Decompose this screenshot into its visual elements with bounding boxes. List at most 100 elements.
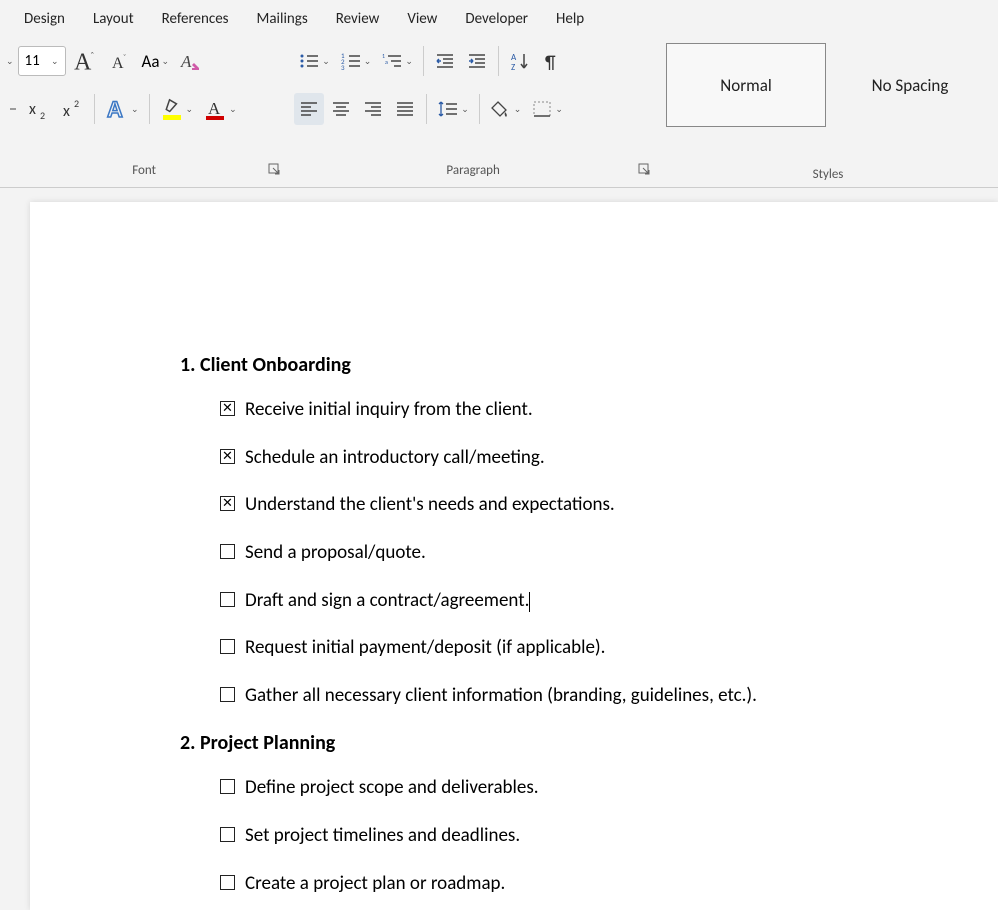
- chevron-down-icon: ⌄: [555, 104, 563, 115]
- svg-text:A: A: [208, 99, 221, 118]
- svg-text:2: 2: [74, 97, 79, 110]
- checkbox-icon[interactable]: [220, 544, 235, 559]
- change-case-label: Aa: [142, 51, 160, 72]
- styles-group-label: Styles: [813, 163, 844, 187]
- text-effects-button[interactable]: A ⌄: [101, 93, 143, 125]
- checklist-text[interactable]: Define project scope and deliverables.: [245, 775, 539, 801]
- checklist-item[interactable]: Create a project plan or roadmap.: [220, 871, 938, 897]
- subscript-button[interactable]: x2: [22, 93, 54, 125]
- ribbon-group-styles: Normal No Spacing Styles: [658, 33, 998, 187]
- tab-help[interactable]: Help: [542, 6, 598, 32]
- svg-text:A: A: [107, 97, 123, 121]
- svg-text:Z: Z: [511, 62, 515, 72]
- clear-formatting-button[interactable]: A: [175, 45, 207, 77]
- align-center-button[interactable]: [326, 93, 356, 125]
- svg-text:¶: ¶: [545, 51, 556, 72]
- checklist-text[interactable]: Create a project plan or roadmap.: [245, 871, 505, 897]
- chevron-down-icon: ⌄: [322, 56, 330, 67]
- bullets-button[interactable]: ⌄: [294, 45, 334, 77]
- sort-button[interactable]: AZ: [505, 45, 535, 77]
- section-heading: 2. Project Planning: [180, 730, 938, 757]
- borders-button[interactable]: ⌄: [527, 93, 567, 125]
- checklist-text[interactable]: Schedule an introductory call/meeting.: [245, 445, 545, 471]
- checkbox-icon[interactable]: [220, 779, 235, 794]
- chevron-down-icon: ⌄: [461, 104, 469, 115]
- ribbon-group-font: ⌄ 11 ⌄ Aˆ Aˇ Aa ⌄ A: [0, 33, 288, 187]
- multilevel-list-button[interactable]: 1a ⌄: [377, 45, 417, 77]
- document-area: 1. Client Onboarding Receive initial inq…: [0, 188, 998, 910]
- ribbon-group-paragraph: ⌄ 123 ⌄ 1a ⌄ AZ: [288, 33, 658, 187]
- style-normal[interactable]: Normal: [666, 43, 826, 127]
- superscript-button[interactable]: x2: [56, 93, 88, 125]
- tab-mailings[interactable]: Mailings: [243, 6, 322, 32]
- checklist-text[interactable]: Understand the client's needs and expect…: [245, 492, 615, 518]
- checklist-text[interactable]: Request initial payment/deposit (if appl…: [245, 635, 605, 661]
- strikethrough-button[interactable]: [6, 93, 20, 125]
- svg-text:ˇ: ˇ: [123, 53, 126, 63]
- change-case-button[interactable]: Aa ⌄: [138, 45, 174, 77]
- paragraph-dialog-launcher[interactable]: [638, 163, 652, 177]
- checklist-item[interactable]: Set project timelines and deadlines.: [220, 823, 938, 849]
- chevron-down-icon: ⌄: [162, 56, 170, 67]
- tab-layout[interactable]: Layout: [79, 6, 148, 32]
- highlight-button[interactable]: ⌄: [156, 93, 198, 125]
- svg-text:ˆ: ˆ: [90, 50, 94, 62]
- section-heading: 1. Client Onboarding: [180, 352, 938, 379]
- checkbox-icon[interactable]: [220, 827, 235, 842]
- font-dialog-launcher[interactable]: [268, 163, 282, 177]
- decrease-indent-button[interactable]: [430, 45, 460, 77]
- checklist-item[interactable]: Draft and sign a contract/agreement.: [220, 588, 938, 614]
- checkbox-icon[interactable]: [220, 592, 235, 607]
- checklist-text[interactable]: Receive initial inquiry from the client.: [245, 397, 533, 423]
- document-page[interactable]: 1. Client Onboarding Receive initial inq…: [30, 202, 998, 910]
- grow-font-button[interactable]: Aˆ: [68, 45, 102, 77]
- checklist-text[interactable]: Draft and sign a contract/agreement.: [245, 588, 530, 614]
- tab-view[interactable]: View: [393, 6, 451, 32]
- chevron-down-icon: ⌄: [364, 56, 372, 67]
- checklist-text[interactable]: Set project timelines and deadlines.: [245, 823, 520, 849]
- style-no-spacing-label: No Spacing: [872, 75, 949, 96]
- checkbox-icon[interactable]: [220, 875, 235, 890]
- checklist-item[interactable]: Define project scope and deliverables.: [220, 775, 938, 801]
- checklist-item[interactable]: Schedule an introductory call/meeting.: [220, 445, 938, 471]
- checkbox-icon[interactable]: [220, 687, 235, 702]
- checklist-item[interactable]: Understand the client's needs and expect…: [220, 492, 938, 518]
- checklist-item[interactable]: Send a proposal/quote.: [220, 540, 938, 566]
- style-normal-label: Normal: [720, 75, 772, 96]
- numbering-button[interactable]: 123 ⌄: [336, 45, 376, 77]
- svg-text:3: 3: [341, 63, 345, 71]
- checklist-text[interactable]: Gather all necessary client information …: [245, 683, 757, 709]
- checklist-item[interactable]: Gather all necessary client information …: [220, 683, 938, 709]
- document-content[interactable]: 1. Client Onboarding Receive initial inq…: [180, 352, 938, 896]
- line-spacing-button[interactable]: ⌄: [433, 93, 473, 125]
- tab-developer[interactable]: Developer: [451, 6, 542, 32]
- tab-references[interactable]: References: [148, 6, 243, 32]
- checkbox-icon[interactable]: [220, 449, 235, 464]
- increase-indent-button[interactable]: [462, 45, 492, 77]
- chevron-down-icon: ⌄: [186, 104, 194, 115]
- tab-review[interactable]: Review: [322, 6, 394, 32]
- font-size-dropdown[interactable]: ⌄: [51, 56, 59, 67]
- shrink-font-button[interactable]: Aˇ: [104, 45, 136, 77]
- font-size-input[interactable]: 11 ⌄: [18, 46, 66, 76]
- checklist-item[interactable]: Request initial payment/deposit (if appl…: [220, 635, 938, 661]
- checklist-text[interactable]: Send a proposal/quote.: [245, 540, 426, 566]
- ribbon: ⌄ 11 ⌄ Aˆ Aˇ Aa ⌄ A: [0, 33, 998, 188]
- checkbox-icon[interactable]: [220, 401, 235, 416]
- svg-text:2: 2: [40, 109, 45, 121]
- checklist-item[interactable]: Receive initial inquiry from the client.: [220, 397, 938, 423]
- svg-text:x: x: [29, 100, 36, 119]
- font-name-dropdown[interactable]: ⌄: [6, 56, 14, 67]
- checkbox-icon[interactable]: [220, 496, 235, 511]
- justify-button[interactable]: [390, 93, 420, 125]
- align-left-button[interactable]: [294, 93, 324, 125]
- shading-button[interactable]: ⌄: [486, 93, 526, 125]
- tab-design[interactable]: Design: [10, 6, 79, 32]
- show-paragraph-marks-button[interactable]: ¶: [537, 45, 567, 77]
- style-no-spacing[interactable]: No Spacing: [830, 43, 990, 127]
- paragraph-group-label: Paragraph: [446, 159, 499, 183]
- svg-text:A: A: [180, 52, 192, 71]
- font-color-button[interactable]: A ⌄: [199, 93, 241, 125]
- checkbox-icon[interactable]: [220, 639, 235, 654]
- align-right-button[interactable]: [358, 93, 388, 125]
